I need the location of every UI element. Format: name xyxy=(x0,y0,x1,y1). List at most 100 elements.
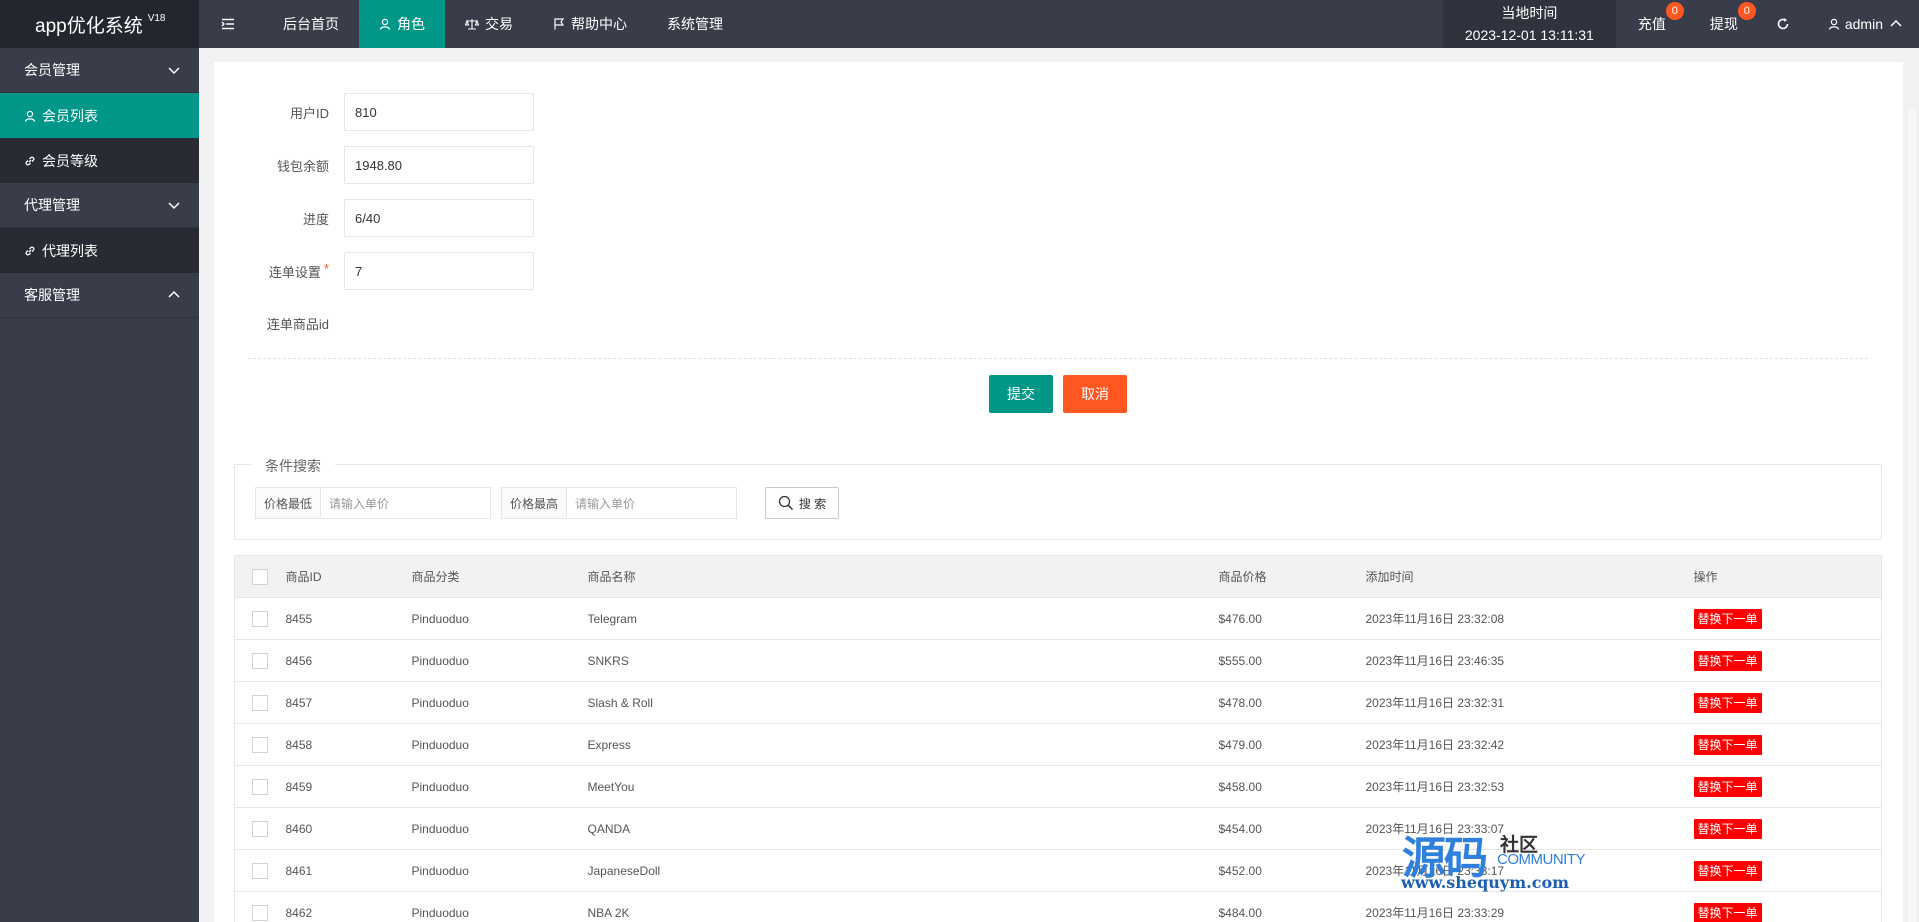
form-row-user-id: 用户ID 810 xyxy=(214,93,534,131)
link-icon xyxy=(25,156,35,165)
sidebar-group-members[interactable]: 会员管理 xyxy=(0,48,199,93)
row-checkbox[interactable] xyxy=(252,694,269,711)
cell-goods-id: 8462 xyxy=(285,891,412,922)
row-checkbox[interactable] xyxy=(252,820,269,837)
scrollbar-thumb[interactable] xyxy=(1908,108,1916,922)
search-icon xyxy=(778,495,793,511)
app-version: V18 xyxy=(147,12,166,24)
user-id-field[interactable]: 810 xyxy=(344,93,534,131)
max-price-group: 价格最高 请输入单价 xyxy=(501,487,737,519)
min-price-group: 价格最低 请输入单价 xyxy=(255,487,491,519)
nav-home[interactable]: 后台首页 xyxy=(263,0,359,48)
menu-fold-icon xyxy=(221,18,234,30)
search-fieldset: 条件搜索 价格最低 请输入单价 价格最高 请输入单价 搜 索 xyxy=(234,456,1882,540)
cell-category: Pinduoduo xyxy=(411,765,588,808)
replace-next-order-button[interactable]: 替换下一单 xyxy=(1693,776,1762,797)
table-row: 8455 Pinduoduo Telegram $476.00 2023年11月16日 … xyxy=(234,597,1882,640)
cell-price: $555.00 xyxy=(1218,639,1366,682)
cancel-button[interactable]: 取消 xyxy=(1063,375,1127,413)
nav-help[interactable]: 帮助中心 xyxy=(533,0,647,48)
search-button[interactable]: 搜 索 xyxy=(765,487,839,519)
sidebar-item-agent-list[interactable]: 代理列表 xyxy=(0,228,199,273)
row-checkbox[interactable] xyxy=(252,610,269,627)
user-id-label: 用户ID xyxy=(289,105,329,121)
page-scrollbar[interactable] xyxy=(1905,48,1919,922)
nav-label: 角色 xyxy=(397,16,425,32)
cell-category: Pinduoduo xyxy=(411,891,588,922)
replace-next-order-button[interactable]: 替换下一单 xyxy=(1693,692,1762,713)
cell-goods-name: Telegram xyxy=(587,597,1219,640)
sidebar-group-agents[interactable]: 代理管理 xyxy=(0,183,199,228)
app-logo[interactable]: app优化系统 V18 xyxy=(0,0,199,48)
search-button-label: 搜 索 xyxy=(798,496,827,511)
col-goods-name: 商品名称 xyxy=(587,555,1219,598)
form-row-balance: 钱包余额 1948.80 xyxy=(214,146,534,184)
table-row: 8460 Pinduoduo QANDA $454.00 2023年11月16日 23:… xyxy=(234,807,1882,850)
sidebar-item-label: 会员等级 xyxy=(42,152,98,169)
cell-action: 替换下一单 xyxy=(1693,723,1882,766)
row-checkbox[interactable] xyxy=(252,736,269,753)
nav-roles[interactable]: 角色 xyxy=(359,0,445,48)
progress-field[interactable]: 6/40 xyxy=(344,199,534,237)
cell-price: $452.00 xyxy=(1218,849,1366,892)
combo-field[interactable]: 7 xyxy=(344,252,534,290)
user-icon xyxy=(24,110,36,122)
cell-action: 替换下一单 xyxy=(1693,639,1882,682)
row-checkbox[interactable] xyxy=(252,778,269,795)
sidebar-item-label: 会员列表 xyxy=(42,107,98,124)
row-checkbox[interactable] xyxy=(252,904,269,921)
sidebar-toggle-button[interactable] xyxy=(199,0,263,48)
replace-next-order-button[interactable]: 替换下一单 xyxy=(1693,902,1762,922)
recharge-button[interactable]: 充值 0 xyxy=(1616,0,1688,48)
sidebar-item-member-level[interactable]: 会员等级 xyxy=(0,138,199,183)
cell-price: $478.00 xyxy=(1218,681,1366,724)
replace-next-order-button[interactable]: 替换下一单 xyxy=(1693,860,1762,881)
cell-goods-name: SNKRS xyxy=(587,639,1219,682)
form-row-combo: 连单设置 * 7 xyxy=(214,252,534,290)
user-icon xyxy=(379,18,391,30)
cell-added-time: 2023年11月16日 23:46:35 xyxy=(1365,639,1694,682)
replace-next-order-button[interactable]: 替换下一单 xyxy=(1693,608,1762,629)
combo-label-text: 连单设置 xyxy=(268,264,321,280)
col-category: 商品分类 xyxy=(411,555,588,598)
sidebar-group-support[interactable]: 客服管理 xyxy=(0,273,199,318)
min-price-input[interactable]: 请输入单价 xyxy=(321,487,491,519)
replace-next-order-button[interactable]: 替换下一单 xyxy=(1693,734,1762,755)
withdraw-button[interactable]: 提现 0 xyxy=(1688,0,1760,48)
replace-next-order-button[interactable]: 替换下一单 xyxy=(1693,818,1762,839)
select-all-cell xyxy=(234,555,286,598)
watermark-logo: 源码 社区 COMMUNITY www.shequym.com xyxy=(1400,822,1610,922)
refresh-icon xyxy=(1777,18,1789,30)
cell-goods-id: 8456 xyxy=(285,639,412,682)
goods-table-body: 8455 Pinduoduo Telegram $476.00 2023年11月16日 … xyxy=(234,597,1882,922)
replace-next-order-button[interactable]: 替换下一单 xyxy=(1693,650,1762,671)
col-added-time: 添加时间 xyxy=(1365,555,1694,598)
balance-field[interactable]: 1948.80 xyxy=(344,146,534,184)
max-price-label: 价格最高 xyxy=(501,487,567,519)
select-all-checkbox[interactable] xyxy=(252,568,269,585)
max-price-input[interactable]: 请输入单价 xyxy=(567,487,737,519)
cell-goods-name: Express xyxy=(587,723,1219,766)
nav-system[interactable]: 系统管理 xyxy=(647,0,743,48)
main-content: 用户ID 810 钱包余额 1948.80 进度 6/40 连单设置 * 7 连单… xyxy=(214,62,1903,922)
clock-label: 当地时间 xyxy=(1501,5,1558,21)
cell-added-time: 2023年11月16日 23:32:31 xyxy=(1365,681,1694,724)
row-select-cell xyxy=(234,639,286,682)
row-checkbox[interactable] xyxy=(252,862,269,879)
user-menu[interactable]: admin xyxy=(1806,0,1919,48)
cell-goods-id: 8460 xyxy=(285,807,412,850)
sidebar-item-member-list[interactable]: 会员列表 xyxy=(0,93,199,138)
nav-trade[interactable]: 交易 xyxy=(445,0,533,48)
refresh-button[interactable] xyxy=(1760,0,1806,48)
row-checkbox[interactable] xyxy=(252,652,269,669)
table-row: 8458 Pinduoduo Express $479.00 2023年11月16日 2… xyxy=(234,723,1882,766)
scale-icon xyxy=(465,19,479,30)
cell-goods-name: JapaneseDoll xyxy=(587,849,1219,892)
cell-goods-id: 8458 xyxy=(285,723,412,766)
cell-category: Pinduoduo xyxy=(411,597,588,640)
submit-button[interactable]: 提交 xyxy=(989,375,1053,413)
row-select-cell xyxy=(234,807,286,850)
chevron-up-icon xyxy=(168,290,180,298)
search-legend: 条件搜索 xyxy=(251,456,335,476)
cell-added-time: 2023年11月16日 23:32:53 xyxy=(1365,765,1694,808)
